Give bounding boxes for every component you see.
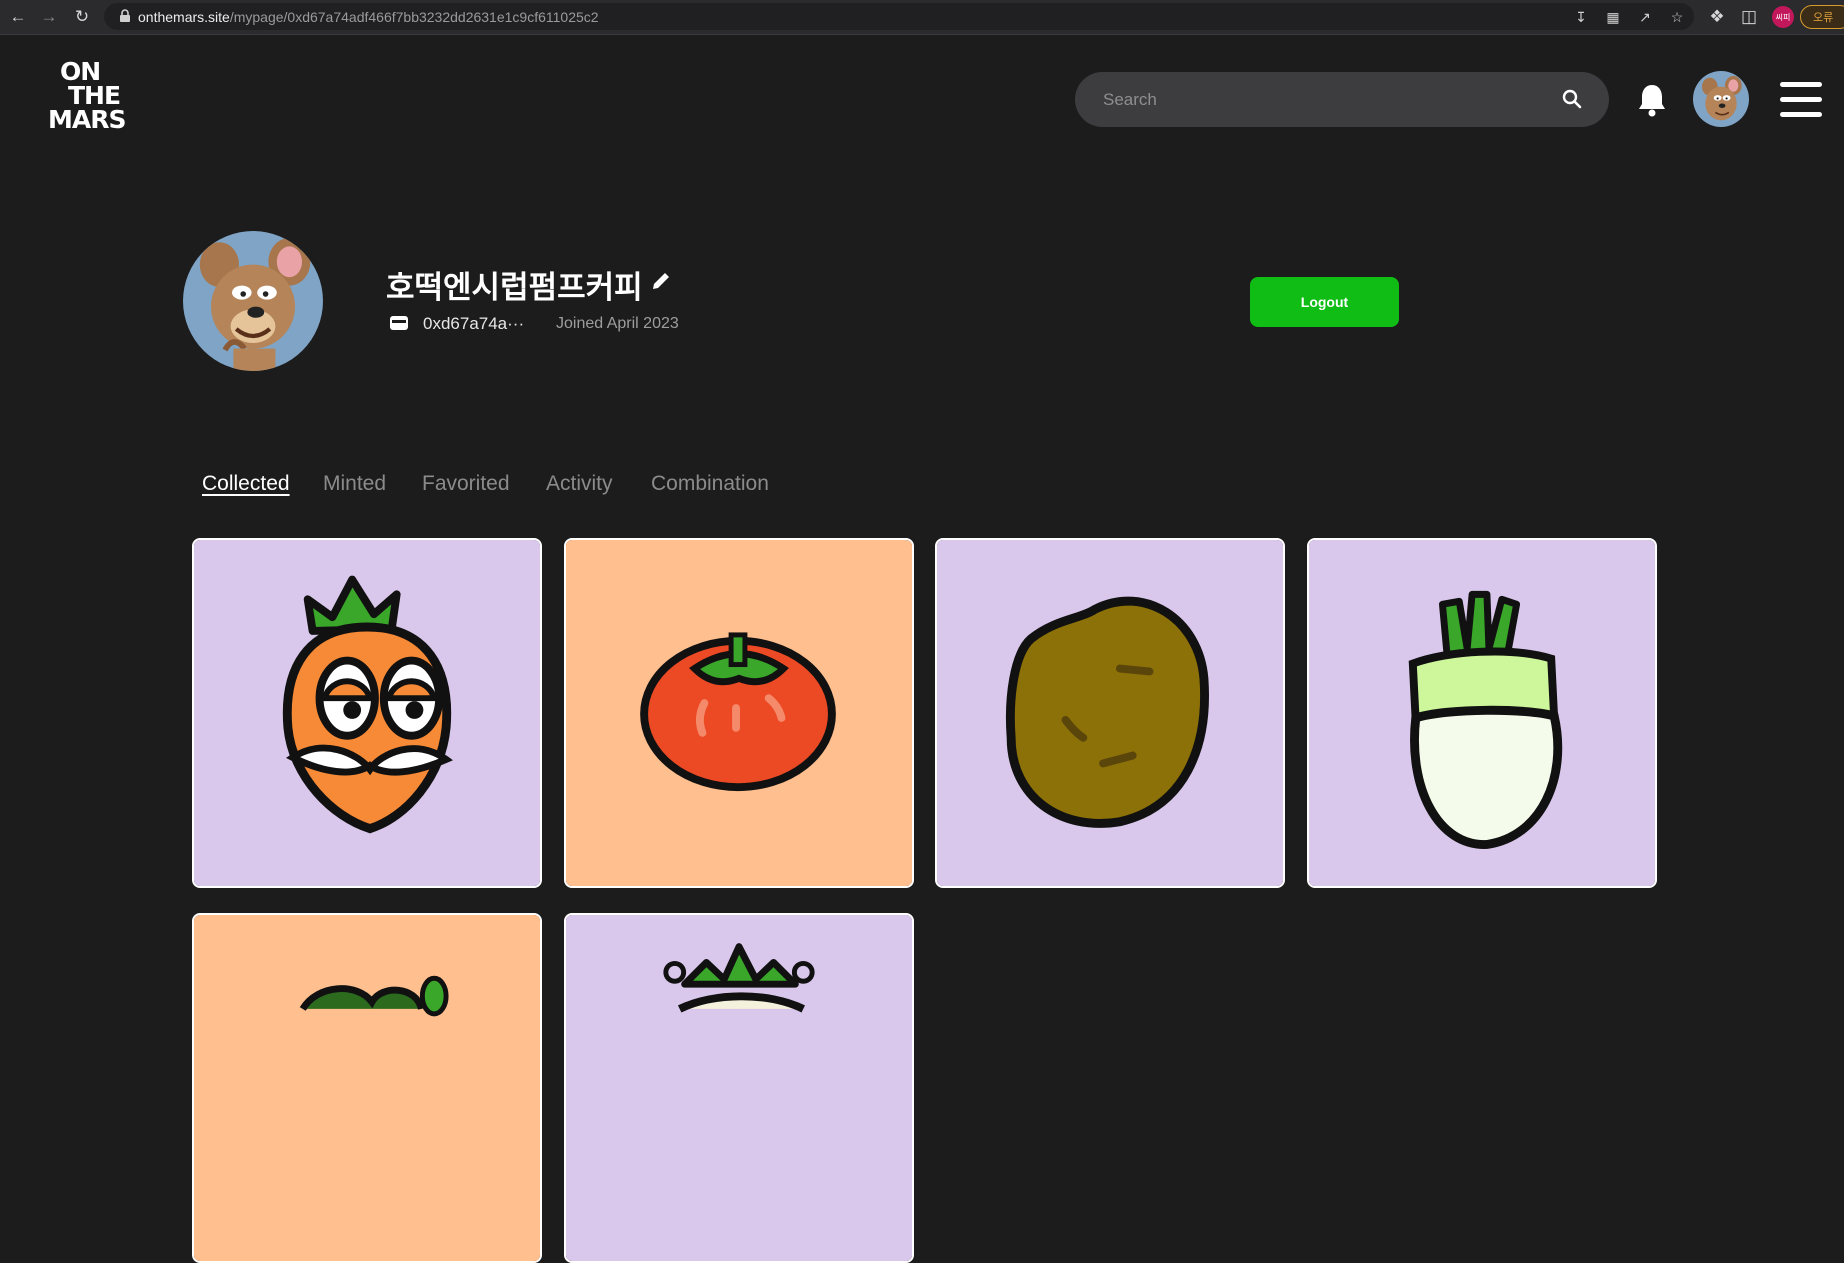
wallet-address[interactable]: 0xd67a74a··· xyxy=(423,314,524,334)
search-icon[interactable] xyxy=(1561,88,1583,110)
tab-combination[interactable]: Combination xyxy=(651,472,769,496)
site-logo[interactable]: ON THE MARS xyxy=(48,59,140,138)
tab-minted[interactable]: Minted xyxy=(323,472,386,496)
carrot-illustration xyxy=(194,540,540,886)
url-host: onthemars.site xyxy=(138,9,230,25)
tab-activity[interactable]: Activity xyxy=(546,472,613,496)
logo-line-mars: MARS xyxy=(48,105,126,134)
nft-card-potato[interactable] xyxy=(935,538,1285,888)
browser-toolbar: ← → ↻ onthemars.site/mypage/0xd67a74adf4… xyxy=(0,0,1844,35)
nft-card-onion[interactable] xyxy=(564,913,914,1263)
bookmark-star-icon[interactable]: ☆ xyxy=(1668,8,1686,26)
extensions-puzzle-icon[interactable]: ❖ xyxy=(1706,6,1728,28)
profile-avatar xyxy=(183,231,323,371)
share-icon[interactable]: ↗ xyxy=(1636,8,1654,26)
url-text: onthemars.site/mypage/0xd67a74adf466f7bb… xyxy=(138,9,599,25)
translate-icon[interactable]: ▦ xyxy=(1604,8,1622,26)
joined-date: Joined April 2023 xyxy=(556,315,679,332)
reload-icon[interactable]: ↻ xyxy=(71,6,93,28)
browser-error-pill[interactable]: 오류 xyxy=(1800,5,1844,29)
tab-collected[interactable]: Collected xyxy=(202,472,290,496)
nft-card-radish[interactable] xyxy=(1307,538,1657,888)
bell-icon[interactable] xyxy=(1636,82,1668,118)
url-path: /mypage/0xd67a74adf466f7bb3232dd2631e1c9… xyxy=(229,9,599,25)
side-panel-icon[interactable]: ◫ xyxy=(1738,6,1760,28)
header-avatar[interactable] xyxy=(1693,71,1749,127)
nft-card-tomato[interactable] xyxy=(564,538,914,888)
nft-card-plant[interactable] xyxy=(192,913,542,1263)
lock-icon xyxy=(120,9,130,22)
plant-illustration xyxy=(194,915,540,1261)
address-bar[interactable]: onthemars.site/mypage/0xd67a74adf466f7bb… xyxy=(104,3,1694,30)
browser-profile-avatar[interactable]: 씨피 xyxy=(1772,6,1794,28)
potato-illustration xyxy=(937,540,1283,886)
hamburger-menu-icon[interactable] xyxy=(1780,80,1822,120)
forward-icon[interactable]: → xyxy=(38,6,60,28)
tab-favorited[interactable]: Favorited xyxy=(422,472,510,496)
onion-illustration xyxy=(566,915,912,1261)
nft-card-carrot[interactable] xyxy=(192,538,542,888)
edit-pencil-icon[interactable] xyxy=(650,270,672,292)
radish-illustration xyxy=(1309,540,1655,886)
back-icon[interactable]: ← xyxy=(7,6,29,28)
username: 호떡엔시럽펌프커피 xyxy=(386,270,643,306)
logout-button[interactable]: Logout xyxy=(1250,277,1399,327)
install-icon[interactable]: ↧ xyxy=(1572,8,1590,26)
search-bar[interactable] xyxy=(1075,72,1609,127)
search-input[interactable] xyxy=(1101,87,1545,113)
tomato-illustration xyxy=(566,540,912,886)
wallet-icon xyxy=(390,316,408,330)
